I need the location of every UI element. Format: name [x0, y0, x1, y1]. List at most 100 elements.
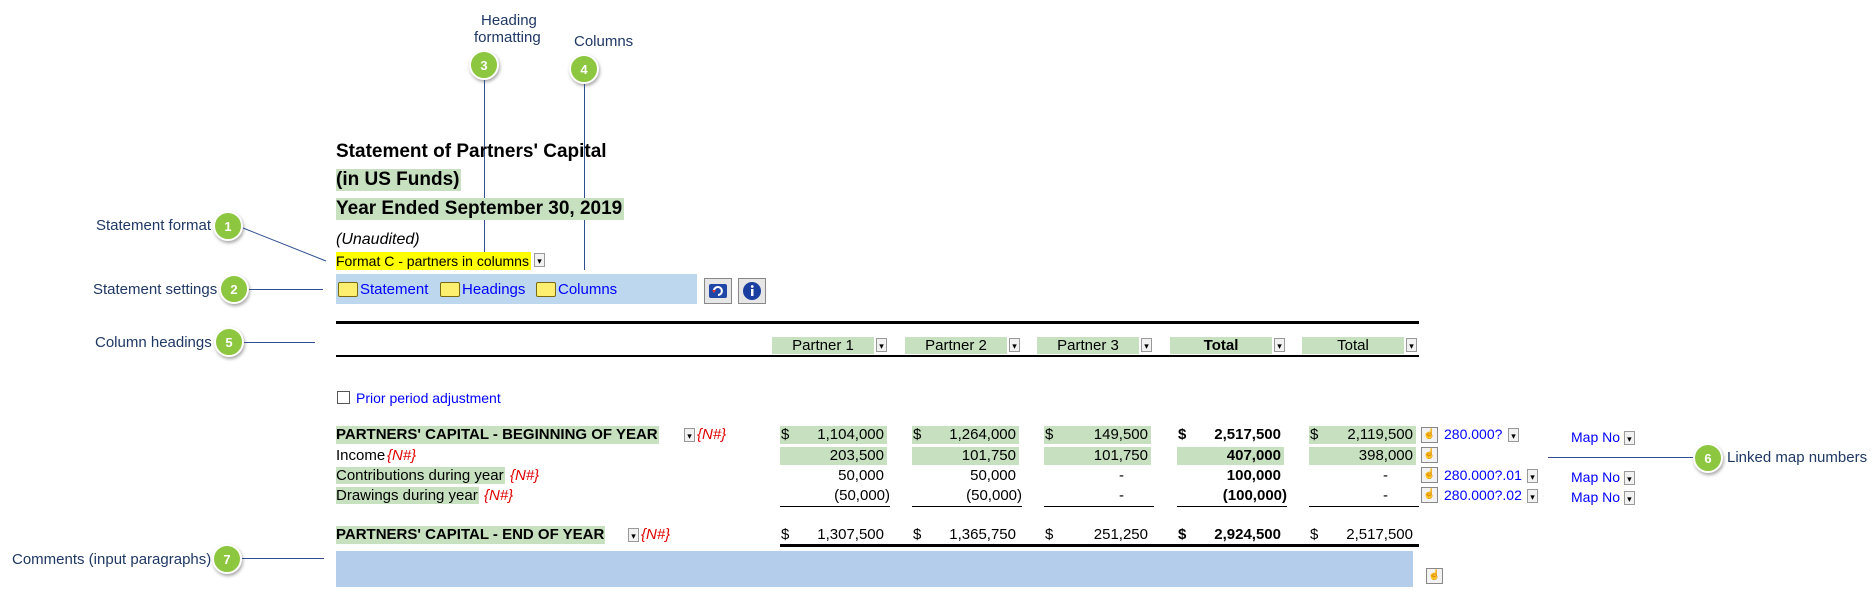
n-marker: {N#}	[697, 426, 727, 443]
callout-badge-2: 2	[219, 274, 249, 304]
map-no-beginning[interactable]: Map No ▾	[1571, 429, 1635, 446]
statement-format-value: Format C - partners in columns	[336, 253, 529, 269]
callout-column-headings-label: Column headings	[95, 334, 212, 351]
map-no-label: Map No	[1571, 429, 1621, 445]
folder-icon	[338, 281, 358, 297]
settings-statement-link[interactable]: Statement	[338, 281, 428, 298]
prior-period-checkbox[interactable]	[337, 391, 350, 404]
column-dropdown-arrow-icon[interactable]: ▾	[1009, 338, 1020, 352]
row-dropdown-arrow-icon[interactable]: ▾	[684, 428, 695, 442]
prior-period-label[interactable]: Prior period adjustment	[356, 390, 501, 406]
row-ending-total-prior: 2,517,500	[1346, 526, 1413, 543]
callout-badge-7: 7	[212, 544, 242, 574]
subtotal-rule	[912, 506, 1022, 507]
row-income-partner-2[interactable]: 101,750	[922, 447, 1016, 464]
row-income-total: 407,000	[1226, 447, 1281, 464]
column-header-total[interactable]: Total	[1170, 337, 1272, 354]
callout-comments-label: Comments (input paragraphs)	[12, 551, 212, 568]
callout-line-7	[242, 558, 324, 559]
currency-symbol: $	[1045, 426, 1054, 443]
row-income-label[interactable]: Income	[336, 447, 385, 464]
row-contributions-partner-3[interactable]: -	[1054, 467, 1124, 484]
callout-statement-settings-label: Statement settings	[93, 281, 218, 298]
currency-symbol: $	[781, 526, 790, 543]
row-beginning-partner-3[interactable]: 149,500	[1054, 426, 1148, 443]
row-dropdown-arrow-icon[interactable]: ▾	[628, 528, 639, 542]
row-ending-partner-2: 1,365,750	[949, 526, 1016, 543]
hand-pointer-icon[interactable]: ☝	[1421, 487, 1438, 503]
row-contributions-partner-2[interactable]: 50,000	[922, 467, 1016, 484]
column-header-total-prior[interactable]: Total	[1302, 337, 1404, 354]
map-no-contributions[interactable]: Map No ▾	[1571, 469, 1635, 486]
row-beginning-label[interactable]: PARTNERS' CAPITAL - BEGINNING OF YEAR	[336, 426, 659, 444]
map-no-dropdown-icon[interactable]: ▾	[1623, 491, 1635, 506]
map-dropdown-arrow-icon[interactable]: ▾	[1527, 469, 1538, 483]
row-income-partner-3[interactable]: 101,750	[1054, 447, 1148, 464]
comments-input[interactable]	[336, 551, 1413, 587]
settings-columns-label: Columns	[558, 281, 618, 298]
column-header-label: Partner 1	[792, 337, 854, 354]
format-dropdown-arrow-icon[interactable]: ▾	[534, 253, 545, 267]
statement-title[interactable]: Statement of Partners' Capital	[336, 141, 607, 163]
refresh-icon	[709, 284, 727, 298]
hand-pointer-icon[interactable]: ☝	[1421, 427, 1438, 443]
n-marker: {N#}	[641, 526, 671, 543]
statement-subtitle-funds[interactable]: (in US Funds)	[336, 169, 462, 191]
map-dropdown-arrow-icon[interactable]: ▾	[1527, 489, 1538, 503]
callout-badge-5: 5	[214, 327, 244, 357]
row-beginning-partner-2[interactable]: 1,264,000	[922, 426, 1016, 443]
map-number-contributions[interactable]: 280.000?.01	[1444, 467, 1522, 483]
callout-heading-line1: Heading	[481, 12, 537, 29]
row-contributions-label[interactable]: Contributions during year	[336, 467, 505, 484]
callout-line-3	[484, 80, 485, 261]
column-header-label: Total	[1337, 337, 1369, 354]
unaudited-label: (Unaudited)	[336, 231, 420, 248]
row-beginning-total: 2,517,500	[1214, 426, 1281, 443]
column-dropdown-arrow-icon[interactable]: ▾	[876, 338, 887, 352]
column-header-partner-3[interactable]: Partner 3	[1037, 337, 1139, 354]
row-drawings-label[interactable]: Drawings during year	[336, 487, 479, 504]
row-ending-label[interactable]: PARTNERS' CAPITAL - END OF YEAR	[336, 526, 606, 544]
column-dropdown-arrow-icon[interactable]: ▾	[1406, 338, 1417, 352]
column-header-label: Partner 3	[1057, 337, 1119, 354]
column-dropdown-arrow-icon[interactable]: ▾	[1274, 338, 1285, 352]
row-drawings-partner-1[interactable]: (50,000)	[790, 487, 890, 504]
row-beginning-partner-1[interactable]: 1,104,000	[790, 426, 884, 443]
map-number-beginning[interactable]: 280.000?	[1444, 426, 1502, 442]
column-header-partner-2[interactable]: Partner 2	[905, 337, 1007, 354]
settings-headings-link[interactable]: Headings	[440, 281, 525, 298]
map-no-dropdown-icon[interactable]: ▾	[1623, 471, 1635, 486]
hand-pointer-icon[interactable]: ☝	[1421, 467, 1438, 483]
subtotal-rule	[1177, 506, 1287, 507]
map-dropdown-arrow-icon[interactable]: ▾	[1508, 428, 1519, 442]
row-contributions-total-prior[interactable]: -	[1318, 467, 1388, 484]
folder-icon	[440, 281, 460, 297]
column-header-partner-1[interactable]: Partner 1	[772, 337, 874, 354]
callout-statement-format-label: Statement format	[96, 217, 212, 234]
column-header-label: Total	[1203, 337, 1239, 354]
row-income-partner-1[interactable]: 203,500	[790, 447, 884, 464]
row-contributions-partner-1[interactable]: 50,000	[790, 467, 884, 484]
map-number-drawings[interactable]: 280.000?.02	[1444, 487, 1522, 503]
map-no-drawings[interactable]: Map No ▾	[1571, 489, 1635, 506]
row-beginning-total-prior[interactable]: 2,119,500	[1318, 426, 1413, 443]
callout-columns-label: Columns	[574, 33, 634, 50]
row-drawings-partner-3[interactable]: -	[1054, 487, 1124, 504]
callout-badge-4: 4	[569, 54, 599, 84]
callout-heading-formatting-label2: formatting	[474, 29, 541, 46]
statement-subtitle-year[interactable]: Year Ended September 30, 2019	[336, 198, 625, 220]
column-dropdown-arrow-icon[interactable]: ▾	[1141, 338, 1152, 352]
row-drawings-partner-2[interactable]: (50,000)	[922, 487, 1022, 504]
callout-badge-6: 6	[1693, 443, 1723, 473]
hand-pointer-icon[interactable]: ☝	[1421, 447, 1438, 463]
callout-heading-formatting-label: Heading	[481, 12, 537, 29]
statement-format-select[interactable]: Format C - partners in columns	[336, 252, 531, 270]
row-income-total-prior[interactable]: 398,000	[1318, 447, 1413, 464]
info-button[interactable]	[738, 278, 766, 304]
row-drawings-total-prior[interactable]: -	[1318, 487, 1388, 504]
map-no-dropdown-icon[interactable]: ▾	[1623, 431, 1635, 446]
row-ending-total: 2,924,500	[1214, 526, 1281, 543]
refresh-button[interactable]	[704, 278, 732, 304]
hand-pointer-icon[interactable]: ☝	[1426, 568, 1443, 584]
settings-columns-link[interactable]: Columns	[536, 281, 617, 298]
